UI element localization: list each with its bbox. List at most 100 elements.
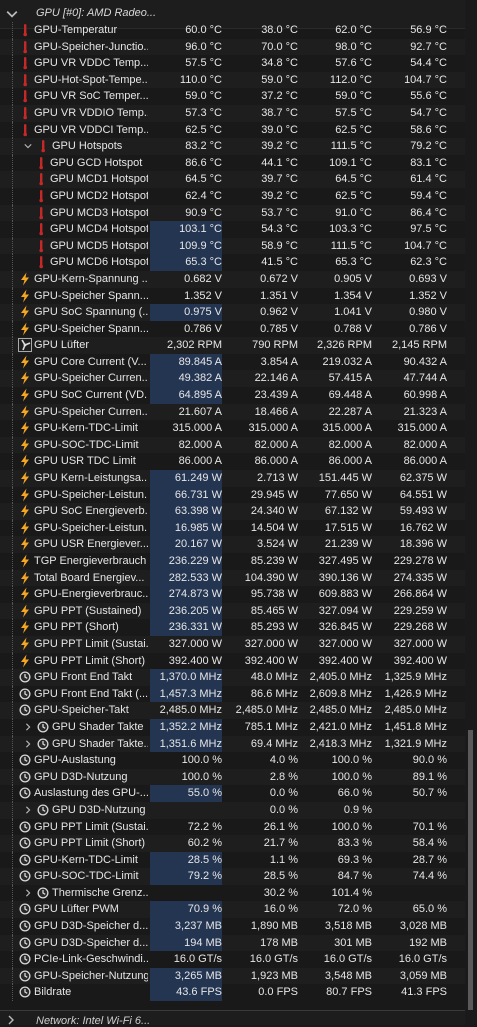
sensor-row[interactable]: GPU D3D-Nutzung 0.0 % 0.9 % xyxy=(0,801,465,819)
sensor-row[interactable]: GPU MCD3 Hotspot 90.9 °C 53.7 °C 91.0 °C 86.… xyxy=(0,204,465,222)
sensor-row[interactable]: GPU Lüfter 2,302 RPM 790 RPM 2,326 RPM 2,145… xyxy=(0,337,465,354)
sensor-row[interactable]: GPU MCD5 Hotspot 109.9 °C 58.9 °C 111.5 °C 1… xyxy=(0,237,465,255)
sensor-row[interactable]: GPU D3D-Speicher d... 194 MB 178 MB 301 MB 1… xyxy=(0,934,465,952)
sensor-row[interactable]: Bildrate 43.6 FPS 0.0 FPS 80.7 FPS 41.3 FPS xyxy=(0,984,465,1002)
tree-line xyxy=(12,918,13,935)
current-value: 86.000 A xyxy=(178,455,222,468)
sensor-row[interactable]: GPU Front End Takt (... 1,457.3 MHz 86.6 M… xyxy=(0,685,465,703)
sensor-row[interactable]: GPU-SOC-TDC-Limit 79.2 % 28.5 % 84.7 % 74.4 … xyxy=(0,868,465,885)
sensor-row[interactable]: GPU-Speicher-Leistun... 16.985 W 14.504 W 1… xyxy=(0,519,465,537)
avg-value: 64.551 W xyxy=(399,488,447,501)
sensor-row[interactable]: GPU SoC Current (VD... 64.895 A 23.439 A 69… xyxy=(0,387,465,404)
sensor-row[interactable]: Auslastung des GPU-... 55.0 % 0.0 % 66.0 % 5… xyxy=(0,785,465,802)
chevron-down-icon[interactable] xyxy=(24,142,32,150)
avg-value: 74.4 % xyxy=(412,870,447,883)
sensor-row[interactable]: GPU USR TDC Limit 86.000 A 86.000 A 86.000 … xyxy=(0,453,465,471)
tree-line xyxy=(12,22,13,39)
sensor-row[interactable]: GPU-Speicher Curren... 21.607 A 18.466 A 22… xyxy=(0,403,465,421)
sensor-row[interactable]: GPU PPT Limit (Short) 60.2 % 21.7 % 83.3 % 5… xyxy=(0,835,465,852)
sensor-row[interactable]: GPU-Speicher-Junctio... 96.0 °C 70.0 °C 98.… xyxy=(0,38,465,56)
sensor-row[interactable]: GPU GCD Hotspot 86.6 °C 44.1 °C 109.1 °C 83.… xyxy=(0,154,465,172)
sensor-row[interactable]: GPU-Temperatur 60.0 °C 38.0 °C 62.0 °C 56.9 … xyxy=(0,22,465,39)
vertical-scrollbar[interactable] xyxy=(465,0,477,1024)
sensor-row[interactable]: GPU MCD6 Hotspot 65.3 °C 41.5 °C 65.3 °C 62.… xyxy=(0,254,465,271)
sensor-label: GPU Kern-Leistungsa... xyxy=(34,472,148,485)
sensor-label: GPU MCD6 Hotspot xyxy=(50,256,148,269)
sensor-row[interactable]: GPU VR SoC Temper... 59.0 °C 37.2 °C 59.0 °… xyxy=(0,88,465,105)
min-value: 24.340 W xyxy=(250,505,298,518)
chevron-right-icon[interactable] xyxy=(24,889,32,897)
sensor-label: GPU USR TDC Limit xyxy=(34,455,136,468)
chevron-right-icon[interactable] xyxy=(24,739,32,748)
avg-value: 47.744 A xyxy=(403,372,447,385)
current-value: 2,302 RPM xyxy=(166,339,222,352)
sensor-row[interactable]: GPU-Speicher-Leistun... 66.731 W 29.945 W 7… xyxy=(0,486,465,504)
current-value: 1,457.3 MHz xyxy=(150,685,222,703)
sensor-row[interactable]: GPU-Speicher Curren... 49.382 A 22.146 A 57… xyxy=(0,370,465,388)
network-section-header[interactable]: Network: Intel Wi-Fi 6... xyxy=(0,1010,465,1027)
gpu-section-title: GPU [#0]: AMD Radeo... xyxy=(36,7,157,19)
scrollbar-thumb[interactable] xyxy=(468,730,473,1010)
sensor-row[interactable]: GPU-Kern-TDC-Limit 315.000 A 315.000 A 315.… xyxy=(0,420,465,437)
sensor-row[interactable]: TGP Energieverbrauch 236.229 W 85.239 W 327… xyxy=(0,553,465,570)
sensor-row[interactable]: GPU PPT (Sustained) 236.205 W 85.465 W 327.… xyxy=(0,602,465,620)
sensor-row[interactable]: GPU Shader Takte... 1,351.6 MHz 69.4 MHz 2,… xyxy=(0,735,465,753)
sensor-row[interactable]: GPU PPT Limit (Short) 392.400 W 392.400 W 3… xyxy=(0,652,465,670)
tree-line xyxy=(12,420,13,437)
sensor-row[interactable]: GPU-Speicher-Nutzung 3,265 MB 1,923 MB 3,54… xyxy=(0,967,465,985)
sensor-row[interactable]: Thermische Grenz... 30.2 % 101.4 % xyxy=(0,884,465,902)
sensor-row[interactable]: GPU-Energieverbrauc... 274.873 W 95.738 W 6… xyxy=(0,586,465,603)
avg-value: 41.3 FPS xyxy=(401,986,447,999)
avg-value: 58.6 °C xyxy=(410,123,447,136)
tree-line xyxy=(12,453,13,471)
avg-value: 54.4 °C xyxy=(410,57,447,70)
sensor-row[interactable]: GPU Lüfter PWM 70.9 % 16.0 % 72.0 % 65.0 % xyxy=(0,901,465,919)
sensor-row[interactable]: GPU D3D-Speicher d... 3,237 MB 1,890 MB 3,5… xyxy=(0,918,465,935)
sensor-row[interactable]: GPU-Hot-Spot-Tempe... 110.0 °C 59.0 °C 112.… xyxy=(0,71,465,89)
sensor-row[interactable]: GPU MCD1 Hotspot 64.5 °C 39.7 °C 64.5 °C 61.… xyxy=(0,171,465,188)
avg-value: 62.3 °C xyxy=(410,256,447,269)
sensor-row[interactable]: GPU D3D-Nutzung 100.0 % 2.8 % 100.0 % 89.1 % xyxy=(0,768,465,786)
sensor-row[interactable]: GPU SoC Spannung (... 0.975 V 0.962 V 1.041… xyxy=(0,304,465,321)
min-value: 0.672 V xyxy=(260,272,298,285)
max-value: 392.400 W xyxy=(318,654,372,667)
avg-value: 97.5 °C xyxy=(410,223,447,236)
max-value: 2,405.0 MHz xyxy=(309,671,372,684)
sensor-row[interactable]: GPU VR VDDC Temp... 57.5 °C 34.8 °C 57.6 °C… xyxy=(0,55,465,72)
sensor-row[interactable]: GPU PPT Limit (Sustai... 72.2 % 26.1 % 100.… xyxy=(0,818,465,836)
clock-icon xyxy=(18,670,32,684)
sensor-row[interactable]: GPU PPT Limit (Sustai... 327.000 W 327.000… xyxy=(0,635,465,653)
tree-line xyxy=(12,586,13,603)
sensor-row[interactable]: GPU VR VDDCI Temp... 62.5 °C 39.0 °C 62.5 °… xyxy=(0,121,465,139)
sensor-row[interactable]: GPU-Kern-TDC-Limit 28.5 % 1.1 % 69.3 % 28.7 … xyxy=(0,851,465,869)
sensor-row[interactable]: GPU-Speicher-Takt 2,485.0 MHz 2,485.0 MHz 2… xyxy=(0,702,465,719)
sensor-row[interactable]: GPU PPT (Short) 236.331 W 85.293 W 326.845 … xyxy=(0,619,465,636)
chevron-down-icon[interactable] xyxy=(6,8,18,20)
sensor-row[interactable]: GPU-Speicher Spann... 0.786 V 0.785 V 0.788… xyxy=(0,320,465,338)
sensor-row[interactable]: GPU Hotspots 83.2 °C 39.2 °C 111.5 °C 79.2 °… xyxy=(0,138,465,155)
sensor-row[interactable]: GPU SoC Energieverb... 63.398 W 24.340 W 67… xyxy=(0,503,465,520)
chevron-right-icon[interactable] xyxy=(24,723,32,731)
sensor-row[interactable]: PCIe-Link-Geschwindi... 16.0 GT/s 16.0 GT/… xyxy=(0,951,465,968)
sensor-row[interactable]: GPU Kern-Leistungsa... 61.249 W 2.713 W 151… xyxy=(0,470,465,487)
sensor-row[interactable]: GPU MCD2 Hotspot 62.4 °C 39.2 °C 62.5 °C 59.… xyxy=(0,187,465,205)
sensor-row[interactable]: GPU-Auslastung 100.0 % 4.0 % 100.0 % 90.0 % xyxy=(0,752,465,769)
sensor-label: GPU SoC Current (VD... xyxy=(34,389,148,402)
sensor-row[interactable]: GPU-Kern-Spannung ... 0.682 V 0.672 V 0.905… xyxy=(0,270,465,288)
current-value: 1,370.0 MHz xyxy=(150,669,222,686)
min-value: 16.0 % xyxy=(263,903,298,916)
sensor-label: GPU MCD2 Hotspot xyxy=(50,189,148,202)
sensor-row[interactable]: GPU Front End Takt 1,370.0 MHz 48.0 MHz 2,4… xyxy=(0,669,465,686)
sensor-row[interactable]: GPU USR Energiever... 20.167 W 3.524 W 21.2… xyxy=(0,536,465,553)
sensor-row[interactable]: GPU Core Current (V... 89.845 A 3.854 A 219… xyxy=(0,353,465,371)
avg-value: 58.4 % xyxy=(412,837,447,850)
chevron-right-icon[interactable] xyxy=(24,806,32,814)
sensor-row[interactable]: GPU-Speicher Spann... 1.352 V 1.351 V 1.354… xyxy=(0,287,465,305)
current-value: 315.000 A xyxy=(172,422,222,435)
sensor-row[interactable]: Total Board Energiev... 282.533 W 104.390 … xyxy=(0,569,465,587)
sensor-row[interactable]: GPU Shader Takte 1,352.2 MHz 785.1 MHz 2,42… xyxy=(0,718,465,736)
sensor-row[interactable]: GPU VR VDDIO Temp... 57.3 °C 38.7 °C 57.5 °… xyxy=(0,104,465,122)
thermometer-icon xyxy=(18,73,32,87)
sensor-row[interactable]: GPU-SOC-TDC-Limit 82.000 A 82.000 A 82.000 … xyxy=(0,436,465,454)
sensor-row[interactable]: GPU MCD4 Hotspot 103.1 °C 54.3 °C 103.3 °C 9… xyxy=(0,221,465,238)
